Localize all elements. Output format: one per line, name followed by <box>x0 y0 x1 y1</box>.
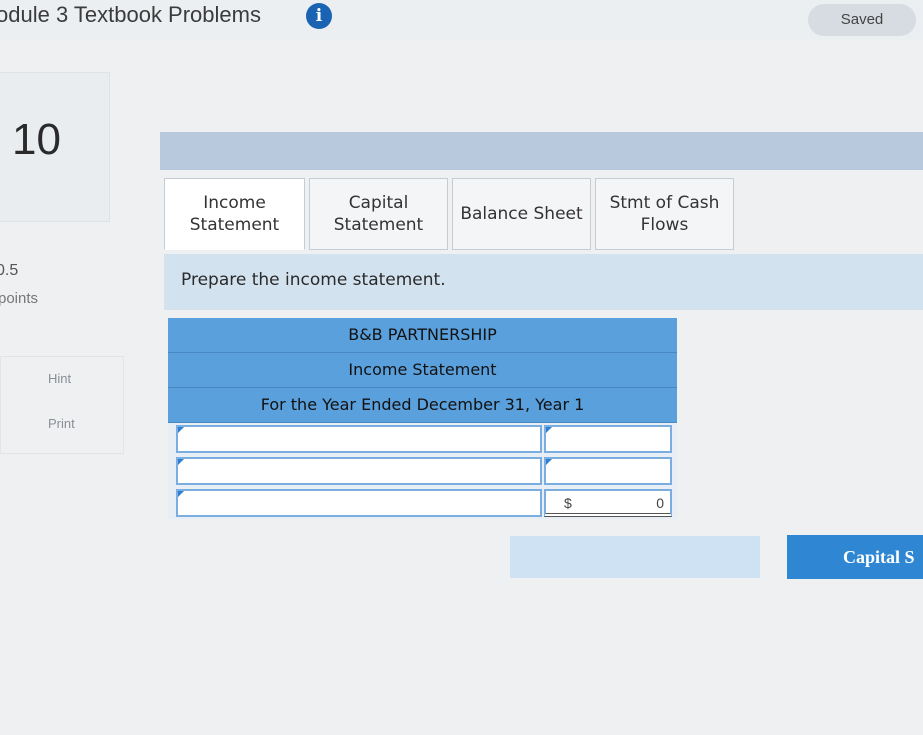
page-title: odule 3 Textbook Problems <box>0 2 261 27</box>
dropdown-flag-icon <box>178 427 184 433</box>
info-icon[interactable]: i <box>306 3 332 29</box>
tab-label: Statement <box>333 215 424 235</box>
question-header-bar <box>160 132 923 170</box>
next-statement-button[interactable]: Capital S <box>787 535 923 579</box>
dropdown-flag-icon <box>546 459 552 465</box>
tab-balance-sheet[interactable]: Balance Sheet <box>452 178 591 250</box>
account-dropdown[interactable] <box>176 425 542 453</box>
total-amount-cell: $ 0 <box>544 489 672 517</box>
statement-name: Income Statement <box>168 353 677 388</box>
top-bar: odule 3 Textbook Problems i Saved <box>0 0 923 40</box>
account-input[interactable] <box>178 459 540 483</box>
income-statement-worksheet: B&B PARTNERSHIP Income Statement For the… <box>168 318 677 519</box>
table-row <box>168 423 677 455</box>
dropdown-flag-icon <box>178 491 184 497</box>
previous-statement-button[interactable] <box>510 536 760 578</box>
saved-status-badge: Saved <box>808 4 916 36</box>
dropdown-flag-icon <box>546 427 552 433</box>
instruction-text: Prepare the income statement. <box>181 270 446 290</box>
tab-stmt-of-cash-flows[interactable]: Stmt of Cash Flows <box>595 178 734 250</box>
dropdown-flag-icon <box>178 459 184 465</box>
amount-input-cell[interactable] <box>544 425 672 453</box>
total-value: 0 <box>656 495 664 511</box>
statement-period: For the Year Ended December 31, Year 1 <box>168 388 677 423</box>
amount-input-cell[interactable] <box>544 457 672 485</box>
tab-label: Capital <box>348 193 409 213</box>
tab-label: Flows <box>640 215 689 235</box>
tab-label: Balance Sheet <box>460 204 583 224</box>
account-input[interactable] <box>178 427 540 451</box>
tab-income-statement[interactable]: Income Statement <box>164 178 305 250</box>
question-number: 10 <box>12 115 61 164</box>
table-row: $ 0 <box>168 487 677 519</box>
currency-symbol: $ <box>564 495 572 511</box>
points-label: points <box>0 290 39 307</box>
tab-label: Income <box>203 193 266 213</box>
account-dropdown[interactable] <box>176 457 542 485</box>
tab-label: Stmt of Cash <box>609 193 720 213</box>
account-input[interactable] <box>178 491 540 515</box>
amount-input[interactable] <box>546 459 670 483</box>
company-name: B&B PARTNERSHIP <box>168 318 677 353</box>
hint-link[interactable]: Hint <box>48 371 71 386</box>
tab-capital-statement[interactable]: Capital Statement <box>309 178 448 250</box>
amount-input[interactable] <box>546 427 670 451</box>
table-row <box>168 455 677 487</box>
print-link[interactable]: Print <box>48 416 75 431</box>
tab-label: Statement <box>189 215 280 235</box>
points-value: 0.5 <box>0 262 19 279</box>
account-dropdown[interactable] <box>176 489 542 517</box>
